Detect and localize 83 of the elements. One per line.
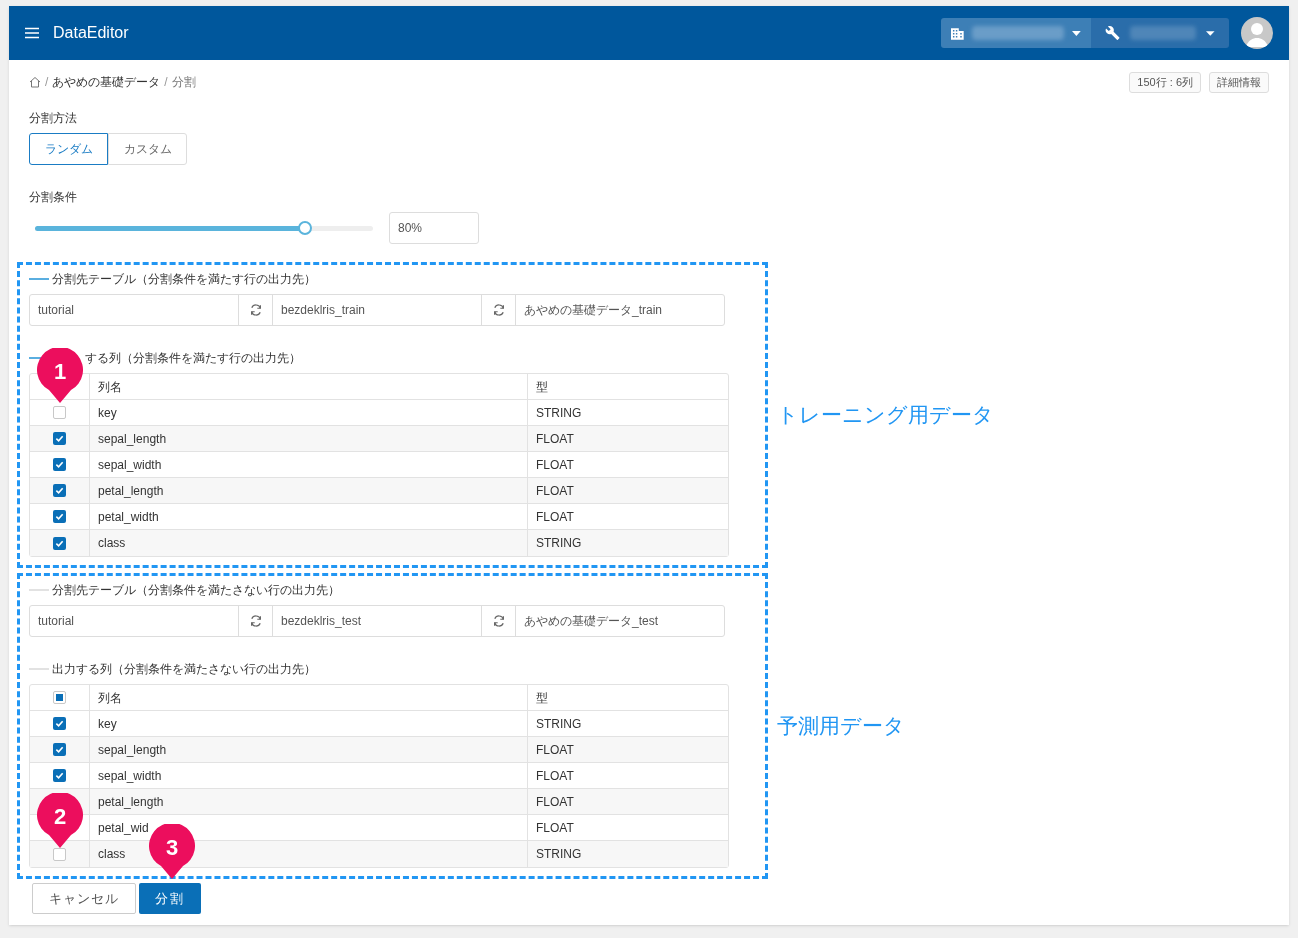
avatar[interactable]: [1241, 17, 1273, 49]
checkbox[interactable]: [53, 717, 66, 730]
redacted-text: [1130, 26, 1197, 40]
menu-icon[interactable]: [25, 27, 39, 39]
table-cell-text: FLOAT: [535, 793, 575, 811]
refresh-icon[interactable]: [248, 303, 263, 317]
input-field[interactable]: tutorial: [30, 606, 239, 636]
column-header: 列名: [90, 685, 528, 710]
breadcrumb-separator: /: [164, 74, 168, 91]
table-cell-text: STRING: [535, 715, 583, 733]
table-cell-text: FLOAT: [535, 767, 575, 785]
field-label: 分割条件: [29, 189, 78, 206]
checkbox[interactable]: [53, 847, 66, 861]
refresh-icon[interactable]: [491, 303, 506, 317]
breadcrumb-item[interactable]: あやめの基礎データ: [52, 73, 161, 91]
table-cell-text: petal_length: [98, 793, 164, 811]
step-marker: 1: [37, 348, 83, 403]
column-header: 型: [535, 689, 549, 707]
table-cell-text: FLOAT: [535, 741, 575, 759]
checkbox[interactable]: [53, 743, 66, 756]
split-button[interactable]: 分割: [139, 883, 201, 914]
section-heading: 出力する列（分割条件を満たさない行の出力先）: [52, 661, 316, 678]
method-tab[interactable]: ランダム: [29, 133, 108, 165]
building-icon: [951, 26, 964, 40]
table-cell-text: FLOAT: [535, 456, 575, 474]
table-cell-text: sepal_width: [98, 456, 162, 474]
info-button[interactable]: 150行 : 6列: [1129, 71, 1201, 93]
refresh-icon[interactable]: [248, 614, 263, 628]
info-button[interactable]: 詳細情報: [1209, 71, 1269, 93]
table-cell-text: petal_length: [98, 482, 164, 500]
checkbox[interactable]: [53, 691, 66, 704]
field-label: 分割方法: [29, 110, 78, 127]
column-header: 型: [535, 378, 549, 396]
input-field[interactable]: あやめの基礎データ_train: [516, 295, 724, 325]
wrench-icon: [1105, 25, 1121, 41]
section-heading: 分割先テーブル（分割条件を満たさない行の出力先）: [52, 582, 340, 599]
checkbox[interactable]: [53, 406, 66, 419]
step-marker: 3: [149, 824, 195, 879]
project-select[interactable]: [1091, 18, 1229, 48]
section-heading: する列（分割条件を満たす行の出力先）: [85, 350, 301, 367]
checkbox[interactable]: [53, 458, 66, 471]
table-cell-text: FLOAT: [535, 482, 575, 500]
annotation-label: トレーニング用データ: [777, 402, 994, 429]
table-cell-text: FLOAT: [535, 430, 575, 448]
organization-select[interactable]: [941, 18, 1091, 48]
column-header: 列名: [90, 374, 528, 399]
checkbox[interactable]: [53, 510, 66, 523]
checkbox[interactable]: [53, 484, 66, 497]
table-cell-text: sepal_length: [98, 741, 167, 759]
table-cell-text: key: [98, 404, 117, 422]
home-icon[interactable]: [29, 76, 41, 88]
table-cell-text: STRING: [535, 535, 583, 552]
table-cell-text: class: [98, 535, 126, 552]
cancel-button[interactable]: キャンセル: [32, 883, 136, 914]
table-cell-text: FLOAT: [535, 508, 575, 526]
table-cell-text: FLOAT: [535, 819, 575, 837]
caret-icon: [1072, 30, 1081, 36]
table-cell-text: sepal_length: [98, 430, 167, 448]
table-cell-text: key: [98, 715, 117, 733]
input-field[interactable]: bezdeklris_test: [273, 606, 482, 636]
app-title: DataEditor: [53, 23, 129, 43]
annotation-label: 予測用データ: [777, 713, 905, 740]
table-cell-text: petal_width: [98, 508, 159, 526]
input-field[interactable]: tutorial: [30, 295, 239, 325]
step-marker: 2: [37, 793, 83, 848]
table-cell-text: petal_wid: [98, 819, 149, 837]
table-cell-text: sepal_width: [98, 767, 162, 785]
checkbox[interactable]: [53, 432, 66, 445]
input-field[interactable]: bezdeklris_train: [273, 295, 482, 325]
checkbox[interactable]: [53, 769, 66, 782]
table-cell-text: STRING: [535, 404, 583, 422]
percent-field[interactable]: 80%: [389, 212, 479, 244]
breadcrumb-separator: /: [45, 74, 49, 91]
method-tab[interactable]: カスタム: [108, 133, 187, 165]
section-heading: 分割先テーブル（分割条件を満たす行の出力先）: [52, 271, 316, 288]
input-field[interactable]: あやめの基礎データ_test: [516, 606, 724, 636]
caret-icon: [1206, 30, 1215, 36]
table-cell-text: STRING: [535, 846, 583, 863]
table-cell-text: class: [98, 846, 126, 863]
slider-handle[interactable]: [298, 220, 313, 235]
breadcrumb-item: 分割: [171, 74, 196, 91]
refresh-icon[interactable]: [491, 614, 506, 628]
checkbox[interactable]: [53, 536, 66, 550]
